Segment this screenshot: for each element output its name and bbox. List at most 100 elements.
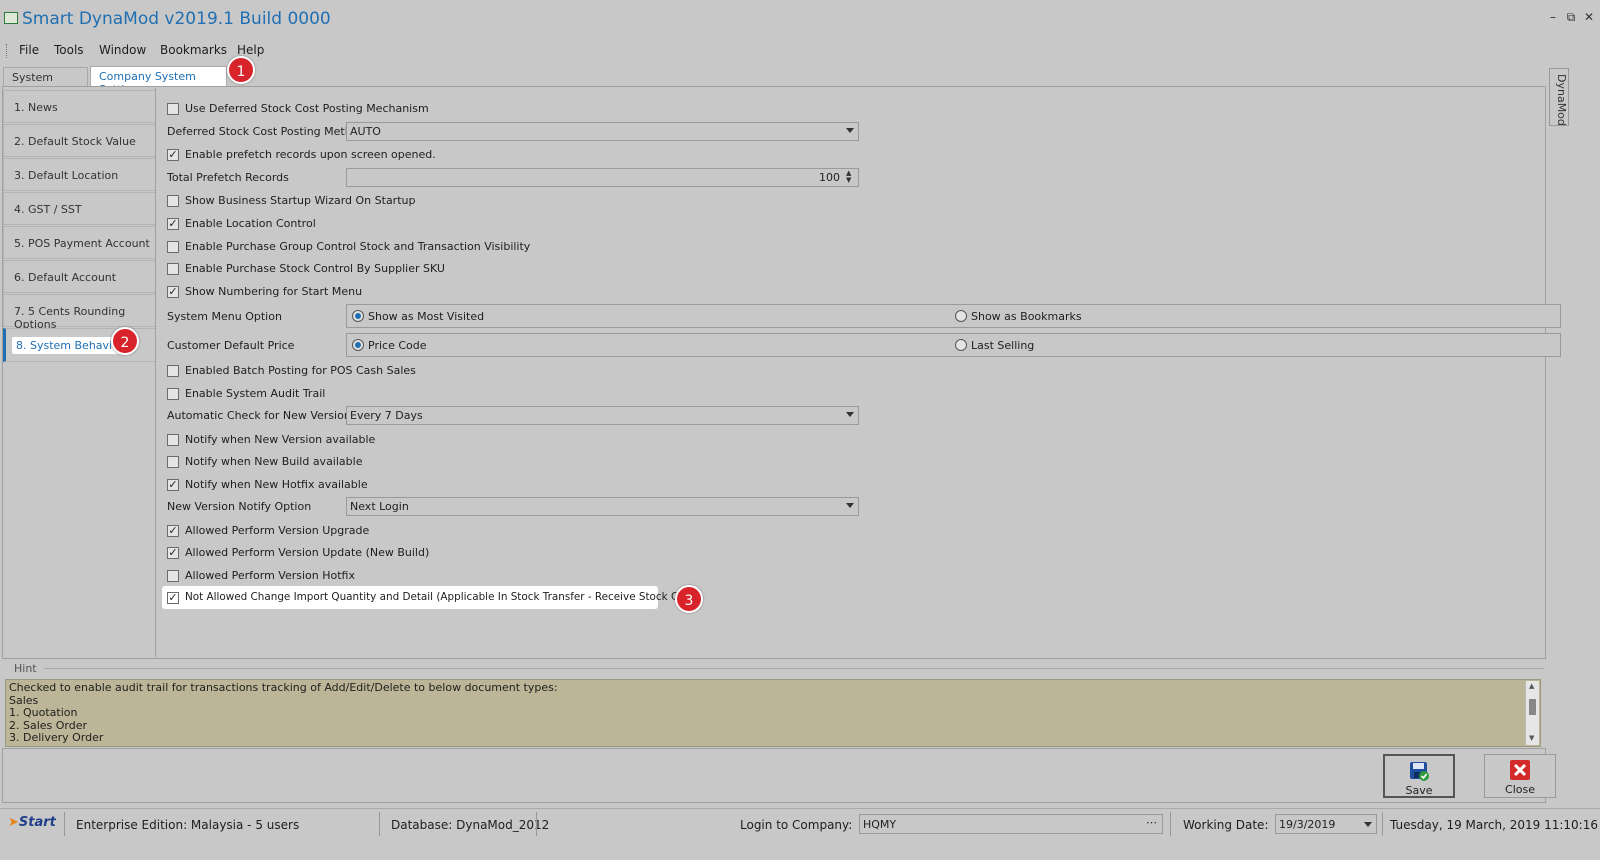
close-x-icon [1509, 759, 1531, 781]
nav-label: 2. Default Stock Value [14, 135, 136, 148]
nav-item-rounding-options[interactable]: 7. 5 Cents Rounding Options [3, 294, 156, 331]
status-divider [1170, 812, 1171, 836]
deferred-method-label: Deferred Stock Cost Posting Method [167, 125, 366, 138]
minimize-icon[interactable]: – [1545, 10, 1561, 24]
radio-last-selling-label: Last Selling [971, 339, 1035, 352]
allow-update-checkbox[interactable] [167, 547, 179, 559]
not-allowed-change-label: Not Allowed Change Import Quantity and D… [185, 591, 699, 603]
nav-item-gst-sst[interactable]: 4. GST / SST [3, 192, 156, 225]
notify-version-checkbox[interactable] [167, 434, 179, 446]
radio-last-selling[interactable] [955, 339, 967, 351]
save-label: Save [1405, 784, 1433, 797]
notify-option-label: New Version Notify Option [167, 500, 312, 513]
company-selector[interactable]: HQMY ⋯ [859, 814, 1163, 834]
restore-icon[interactable]: ⧉ [1563, 10, 1579, 25]
location-control-checkbox[interactable] [167, 218, 179, 230]
window-title: Smart DynaMod v2019.1 Build 0000 [22, 9, 331, 29]
allow-hotfix-label: Allowed Perform Version Hotfix [185, 569, 355, 582]
total-prefetch-spinner[interactable]: 100 [346, 168, 859, 187]
batch-posting-checkbox[interactable] [167, 365, 179, 377]
notify-build-label: Notify when New Build available [185, 455, 363, 468]
radio-most-visited[interactable] [352, 310, 364, 322]
auto-check-label: Automatic Check for New Version [167, 409, 351, 422]
chevron-down-icon [1364, 822, 1372, 827]
hint-line: Sales [9, 693, 39, 707]
audit-trail-checkbox[interactable] [167, 388, 179, 400]
customer-default-price-group [346, 333, 1561, 357]
deferred-method-dropdown[interactable]: AUTO [346, 122, 859, 141]
prefetch-checkbox[interactable] [167, 149, 179, 161]
numbering-label: Show Numbering for Start Menu [185, 285, 363, 298]
deferred-method-value: AUTO [350, 125, 381, 138]
close-button[interactable]: Close [1484, 754, 1556, 798]
menu-bookmarks[interactable]: Bookmarks [160, 43, 227, 57]
supplier-sku-label: Enable Purchase Stock Control By Supplie… [185, 262, 445, 275]
hint-line: 2. Sales Order [9, 718, 88, 732]
hint-scrollbar[interactable]: ▲ ▼ [1525, 681, 1539, 745]
datetime-text: Tuesday, 19 March, 2019 11:10:16 AM [1390, 818, 1600, 832]
prefetch-label: Enable prefetch records upon screen open… [185, 148, 436, 161]
total-prefetch-value: 100 [819, 171, 840, 184]
nav-item-pos-payment-account[interactable]: 5. POS Payment Account [3, 226, 156, 259]
radio-bookmarks[interactable] [955, 310, 967, 322]
start-label: Start [18, 815, 56, 830]
menu-grip [6, 44, 8, 58]
save-button[interactable]: Save [1383, 754, 1455, 798]
startup-wizard-label: Show Business Startup Wizard On Startup [185, 194, 416, 207]
use-deferred-label: Use Deferred Stock Cost Posting Mechanis… [185, 102, 429, 115]
hint-divider [44, 668, 1544, 669]
customer-default-price-label: Customer Default Price [167, 339, 295, 352]
login-company-label: Login to Company: [740, 818, 853, 832]
ellipsis-icon[interactable]: ⋯ [1146, 816, 1157, 829]
audit-trail-label: Enable System Audit Trail [185, 387, 326, 400]
use-deferred-checkbox[interactable] [167, 103, 179, 115]
status-divider [536, 812, 537, 836]
auto-check-value: Every 7 Days [350, 409, 423, 422]
notify-option-dropdown[interactable]: Next Login [346, 497, 859, 516]
notify-build-checkbox[interactable] [167, 456, 179, 468]
edition-text: Enterprise Edition: Malaysia - 5 users [76, 818, 300, 832]
nav-item-default-stock-value[interactable]: 2. Default Stock Value [3, 124, 156, 157]
spin-arrows-icon[interactable]: ▲ ▼ [846, 170, 851, 184]
nav-label: 4. GST / SST [14, 203, 82, 216]
auto-check-dropdown[interactable]: Every 7 Days [346, 406, 859, 425]
purchase-group-label: Enable Purchase Group Control Stock and … [185, 240, 531, 253]
notify-hotfix-checkbox[interactable] [167, 479, 179, 491]
menu-tools[interactable]: Tools [54, 43, 84, 57]
menu-help[interactable]: Help [237, 43, 264, 57]
working-date-picker[interactable]: 19/3/2019 [1275, 814, 1377, 834]
system-menu-option-group [346, 304, 1561, 328]
tab-company-system-setting[interactable]: Company System Setting [90, 66, 227, 96]
tab-system-menu[interactable]: System Menu [3, 67, 88, 97]
supplier-sku-checkbox[interactable] [167, 263, 179, 275]
scroll-thumb[interactable] [1529, 699, 1536, 715]
start-button[interactable]: ➤Start [8, 815, 56, 830]
menu-window[interactable]: Window [99, 43, 146, 57]
nav-item-news[interactable]: 1. News [3, 90, 156, 123]
status-divider [1382, 812, 1383, 836]
radio-bookmarks-label: Show as Bookmarks [971, 310, 1082, 323]
dynamod-side-tab[interactable]: DynaMod [1549, 68, 1569, 126]
status-divider [64, 812, 65, 836]
hint-title: Hint [14, 662, 37, 675]
allow-hotfix-checkbox[interactable] [167, 570, 179, 582]
scroll-up-icon[interactable]: ▲ [1529, 682, 1534, 690]
total-prefetch-label: Total Prefetch Records [167, 171, 289, 184]
hint-line: 1. Quotation [9, 706, 78, 720]
close-window-icon[interactable]: ✕ [1581, 10, 1597, 24]
chevron-down-icon [846, 128, 854, 133]
purchase-group-checkbox[interactable] [167, 241, 179, 253]
nav-item-default-account[interactable]: 6. Default Account [3, 260, 156, 293]
hint-text-box[interactable]: Checked to enable audit trail for transa… [5, 679, 1541, 747]
startup-wizard-checkbox[interactable] [167, 195, 179, 207]
radio-price-code[interactable] [352, 339, 364, 351]
scroll-down-icon[interactable]: ▼ [1529, 734, 1534, 742]
nav-item-default-location[interactable]: 3. Default Location [3, 158, 156, 191]
not-allowed-change-checkbox[interactable] [167, 592, 179, 604]
system-menu-option-label: System Menu Option [167, 310, 282, 323]
numbering-checkbox[interactable] [167, 286, 179, 298]
allow-upgrade-checkbox[interactable] [167, 525, 179, 537]
hint-line: 3. Delivery Order [9, 731, 104, 745]
menu-file[interactable]: File [19, 43, 39, 57]
location-control-label: Enable Location Control [185, 217, 316, 230]
